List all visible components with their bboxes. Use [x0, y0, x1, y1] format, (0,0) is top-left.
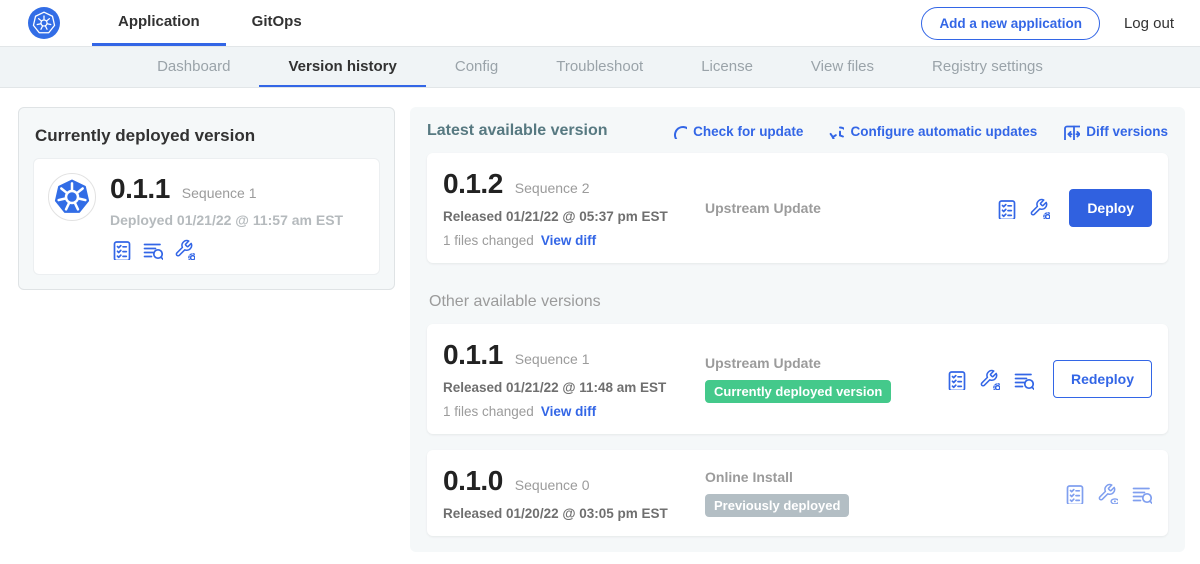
check-for-update-label: Check for update	[693, 124, 803, 139]
deployed-card-title: Currently deployed version	[33, 122, 380, 158]
diff-icon	[1062, 122, 1080, 140]
latest-available-title: Latest available version	[427, 122, 608, 140]
currently-deployed-card: Currently deployed version 0.1.1 Sequenc…	[18, 107, 395, 290]
preflight-checklist-icon[interactable]	[945, 369, 966, 390]
history-icon	[828, 123, 844, 139]
edit-config-icon[interactable]	[979, 369, 1000, 390]
view-diff-link[interactable]: View diff	[541, 233, 596, 248]
diff-versions-link[interactable]: Diff versions	[1062, 122, 1168, 140]
configure-automatic-updates-link[interactable]: Configure automatic updates	[828, 123, 1037, 139]
subnav-tab-license[interactable]: License	[672, 47, 782, 87]
configure-automatic-updates-label: Configure automatic updates	[850, 124, 1037, 139]
subnav-tab-troubleshoot[interactable]: Troubleshoot	[527, 47, 672, 87]
available-versions-panel: Latest available version Check for updat…	[410, 107, 1185, 552]
deployed-version-card: 0.1.1 Sequence 1 Deployed 01/21/22 @ 11:…	[33, 158, 380, 275]
deployed-version-number: 0.1.1	[110, 173, 170, 205]
released-timestamp: Released 01/21/22 @ 11:48 am EST	[443, 380, 705, 395]
subnav-tab-dashboard[interactable]: Dashboard	[128, 47, 259, 87]
tab-application[interactable]: Application	[92, 0, 226, 46]
topnav-right: Add a new application Log out	[921, 0, 1200, 46]
version-history-page: Currently deployed version 0.1.1 Sequenc…	[0, 88, 1200, 552]
subnav-tab-config[interactable]: Config	[426, 47, 527, 87]
deployed-timestamp: Deployed 01/21/22 @ 11:57 am EST	[110, 212, 343, 228]
view-logs-icon[interactable]	[1013, 369, 1034, 390]
version-number: 0.1.0	[443, 465, 503, 497]
top-navbar: Application GitOps Add a new application…	[0, 0, 1200, 46]
app-subnav: Dashboard Version history Config Trouble…	[0, 46, 1200, 88]
view-logs-icon[interactable]	[142, 239, 163, 260]
deployed-sequence-label: Sequence 1	[182, 185, 257, 201]
topnav-tabs: Application GitOps	[92, 0, 328, 46]
other-available-versions-title: Other available versions	[429, 293, 1166, 311]
edit-config-icon[interactable]	[174, 239, 195, 260]
version-source-label: Online Install	[705, 469, 1063, 485]
view-diff-link[interactable]: View diff	[541, 404, 596, 419]
app-kubernetes-logo	[48, 173, 96, 221]
sequence-label: Sequence 0	[515, 477, 590, 493]
subnav-tab-version-history[interactable]: Version history	[259, 47, 425, 87]
logout-link[interactable]: Log out	[1124, 15, 1174, 32]
redeploy-button[interactable]: Redeploy	[1053, 360, 1152, 398]
subnav-tab-view-files[interactable]: View files	[782, 47, 903, 87]
refresh-icon	[671, 123, 687, 139]
subnav-tab-registry-settings[interactable]: Registry settings	[903, 47, 1072, 87]
previously-deployed-badge: Previously deployed	[705, 494, 849, 517]
version-card-0-1-1: 0.1.1 Sequence 1 Released 01/21/22 @ 11:…	[427, 324, 1168, 434]
tab-gitops[interactable]: GitOps	[226, 0, 328, 46]
sequence-label: Sequence 2	[515, 180, 590, 196]
kubernetes-logo	[28, 7, 60, 39]
preflight-checklist-icon[interactable]	[1063, 483, 1084, 504]
version-source-label: Upstream Update	[705, 200, 995, 216]
preflight-checklist-icon[interactable]	[995, 198, 1016, 219]
edit-config-icon[interactable]	[1029, 198, 1050, 219]
files-changed-label: 1 files changed	[443, 233, 534, 248]
currently-deployed-badge: Currently deployed version	[705, 380, 891, 403]
files-changed-label: 1 files changed	[443, 404, 534, 419]
view-logs-icon[interactable]	[1131, 483, 1152, 504]
version-number: 0.1.2	[443, 168, 503, 200]
check-for-update-link[interactable]: Check for update	[671, 123, 803, 139]
version-card-0-1-2: 0.1.2 Sequence 2 Released 01/21/22 @ 05:…	[427, 153, 1168, 263]
view-config-icon[interactable]	[1097, 483, 1118, 504]
released-timestamp: Released 01/21/22 @ 05:37 pm EST	[443, 209, 705, 224]
add-application-button[interactable]: Add a new application	[921, 7, 1100, 40]
version-source-label: Upstream Update	[705, 355, 945, 371]
preflight-checklist-icon[interactable]	[110, 239, 131, 260]
version-number: 0.1.1	[443, 339, 503, 371]
version-card-0-1-0: 0.1.0 Sequence 0 Released 01/20/22 @ 03:…	[427, 450, 1168, 536]
sequence-label: Sequence 1	[515, 351, 590, 367]
released-timestamp: Released 01/20/22 @ 03:05 pm EST	[443, 506, 705, 521]
deploy-button[interactable]: Deploy	[1069, 189, 1152, 227]
diff-versions-label: Diff versions	[1086, 124, 1168, 139]
